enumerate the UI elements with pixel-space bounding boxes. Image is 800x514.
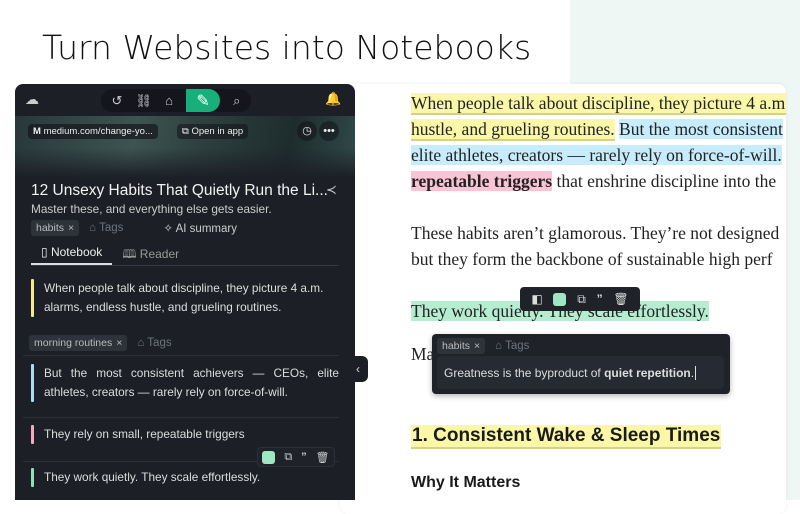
note-bold-text: quiet repetition	[604, 366, 691, 380]
trash-icon[interactable]: 🗑	[613, 292, 628, 306]
note-text: They rely on small, repeatable triggers	[44, 427, 245, 441]
tag-icon[interactable]: ⌂	[165, 93, 173, 108]
tag-label: habits	[36, 222, 64, 234]
divider	[23, 417, 339, 418]
clock-icon[interactable]: ◷	[297, 121, 317, 141]
remove-tag-icon[interactable]: ×	[474, 340, 480, 352]
note-text: But the most consistent achievers — CEOs…	[44, 366, 339, 399]
note-input[interactable]: Greatness is the byproduct of quiet repe…	[437, 356, 724, 389]
sidebar-toolbar: ☁ ↺ ⛓ ⌂ ✎ ⌕ 🔔	[15, 84, 355, 116]
tag-chip[interactable]: morning routines ×	[29, 335, 127, 351]
link-icon[interactable]: ⛓	[136, 93, 153, 109]
color-bar	[31, 364, 34, 402]
bell-icon[interactable]: 🔔	[325, 91, 341, 107]
highlight-blue[interactable]: elite athletes, creators — rarely rely o…	[411, 145, 782, 165]
add-tags-input[interactable]: ⌂ Tags	[495, 340, 529, 352]
search-icon[interactable]: ⌕	[233, 93, 240, 109]
tags-placeholder: Tags	[505, 340, 529, 352]
more-icon[interactable]: •••	[319, 121, 339, 141]
note-text: They work quietly. They scale effortless…	[44, 470, 260, 484]
note-text: When people talk about discipline, they …	[44, 281, 323, 314]
add-tags-input[interactable]: ⌂ Tags	[137, 337, 171, 349]
tag-label: morning routines	[34, 337, 112, 349]
color-bar	[31, 425, 34, 444]
highlighter-icon[interactable]: ✎	[186, 89, 220, 112]
page-headline: Turn Websites into Notebooks	[42, 28, 531, 67]
article-title: 12 Unsexy Habits That Quietly Run the Li…	[31, 182, 328, 200]
open-in-app-button[interactable]: ⧉ Open in app	[177, 124, 248, 139]
copy-icon[interactable]: ⧉	[577, 292, 586, 307]
color-swatch-button[interactable]	[262, 451, 275, 464]
article-body: When people talk about discipline, they …	[411, 90, 786, 367]
tag-chip[interactable]: habits ×	[437, 338, 485, 354]
collapse-sidebar-button[interactable]: ‹	[348, 356, 368, 382]
tag-label: habits	[442, 340, 470, 352]
highlight-toolbar: ◧ ⧉ ” 🗑	[520, 287, 640, 311]
color-bar	[31, 468, 34, 487]
sidebar-panel-icon[interactable]: ◧	[531, 292, 542, 306]
note-tags: morning routines × ⌂ Tags	[29, 335, 172, 351]
note-card[interactable]: They work quietly. They scale effortless…	[31, 468, 339, 487]
tab-label: Notebook	[51, 245, 102, 259]
source-url[interactable]: M medium.com/change-yo...	[28, 124, 158, 139]
tags-placeholder: Tags	[99, 222, 123, 234]
remove-tag-icon[interactable]: ×	[116, 337, 122, 349]
highlight-blue[interactable]: But the most consistent	[619, 119, 783, 139]
note-card[interactable]: They rely on small, repeatable triggers	[31, 425, 339, 444]
note-text: Greatness is the byproduct of	[444, 366, 604, 380]
tab-notebook[interactable]: ▯ Notebook	[31, 241, 112, 265]
divider	[23, 355, 339, 356]
ai-summary-button[interactable]: ✧ AI summary	[163, 221, 237, 235]
url-text: medium.com/change-yo...	[44, 126, 153, 137]
note-card[interactable]: When people talk about discipline, they …	[31, 279, 339, 317]
quote-icon[interactable]: ”	[301, 451, 307, 463]
ai-summary-label: AI summary	[176, 223, 237, 235]
subheading: Why It Matters	[411, 474, 520, 492]
note-card[interactable]: But the most consistent achievers — CEOs…	[31, 364, 339, 402]
color-swatch-button[interactable]	[553, 293, 566, 306]
paragraph-text: that enshrine discipline into the	[552, 171, 776, 191]
quote-icon[interactable]: ”	[597, 292, 603, 306]
sidebar-tabs: ▯ Notebook 🕮 Reader	[31, 241, 339, 266]
note-popup: habits × ⌂ Tags Greatness is the byproduc…	[432, 334, 730, 394]
copy-icon[interactable]: ⧉	[284, 451, 292, 464]
tag-chip[interactable]: habits ×	[31, 220, 79, 236]
highlight-pink[interactable]: repeatable triggers	[411, 171, 552, 191]
highlight-yellow[interactable]: hustle, and grueling routines.	[411, 119, 615, 141]
color-bar	[31, 279, 34, 317]
highlight-yellow[interactable]: When people talk about discipline, they …	[411, 93, 786, 115]
tab-reader[interactable]: 🕮 Reader	[112, 241, 189, 265]
paragraph-text: but they form the backbone of sustainabl…	[411, 246, 786, 272]
open-in-app-label: Open in app	[191, 126, 243, 137]
notebook-sidebar: ☁ ↺ ⛓ ⌂ ✎ ⌕ 🔔 M medium.com/change-yo... …	[15, 84, 355, 500]
history-icon[interactable]: ↺	[112, 93, 123, 109]
trash-icon[interactable]: 🗑	[316, 451, 330, 464]
article-subtitle: Master these, and everything else gets e…	[31, 202, 272, 216]
article-hero-image: M medium.com/change-yo... ⧉ Open in app …	[15, 116, 355, 178]
article-tags: habits × ⌂ Tags ✧ AI summary	[31, 220, 237, 236]
note-text-end: .	[691, 366, 694, 380]
remove-tag-icon[interactable]: ×	[68, 222, 74, 234]
tab-label: Reader	[140, 247, 179, 261]
cloud-check-icon[interactable]: ☁	[25, 91, 39, 108]
tags-placeholder: Tags	[147, 337, 171, 349]
share-icon[interactable]: ≺	[326, 182, 337, 198]
toolbar-group: ↺ ⛓ ⌂ ✎ ⌕	[101, 89, 251, 112]
add-tags-input[interactable]: ⌂ Tags	[89, 222, 123, 234]
section-heading[interactable]: 1. Consistent Wake & Sleep Times	[411, 425, 721, 449]
note-toolbar: ⧉ ” 🗑	[257, 447, 335, 467]
paragraph-text: These habits aren’t glamorous. They’re n…	[411, 220, 786, 246]
